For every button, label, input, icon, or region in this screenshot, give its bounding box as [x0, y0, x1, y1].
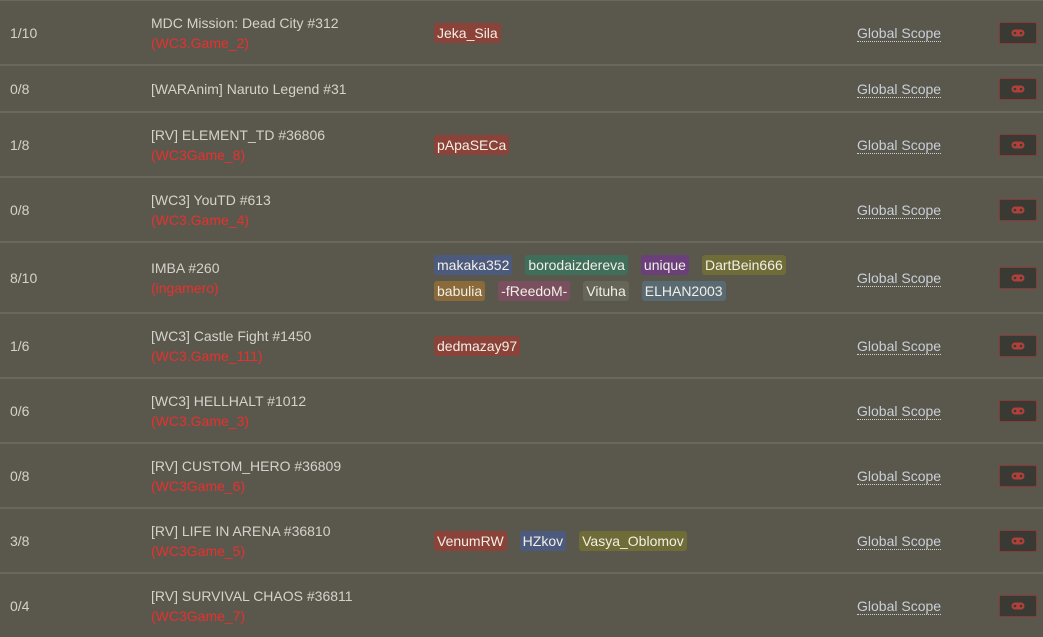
player-count: 0/8 [10, 468, 30, 484]
game-row: 1/8 [RV] ELEMENT_TD #36806 (WC3Game_8) pA… [0, 112, 1043, 177]
player-list: pApaSECa [434, 135, 834, 155]
player-tag[interactable]: DartBein666 [701, 255, 786, 275]
player-tag[interactable]: babulia [434, 281, 486, 301]
scope-link[interactable]: Global Scope [857, 137, 942, 154]
join-game-button[interactable] [999, 78, 1037, 100]
player-count: 1/6 [10, 338, 30, 354]
game-row: 0/8 [WC3] YouTD #613 (WC3.Game_4) Global … [0, 177, 1043, 242]
game-title: [RV] ELEMENT_TD #36806 [151, 127, 326, 143]
game-host: (WC3.Game_111) [151, 348, 263, 364]
game-list-table: 1/10 MDC Mission: Dead City #312 (WC3.Gam… [0, 0, 1043, 637]
gamepad-icon [1011, 472, 1025, 480]
player-tag[interactable]: VenumRW [434, 531, 507, 551]
game-row: 1/6 [WC3] Castle Fight #1450 (WC3.Game_11… [0, 313, 1043, 378]
game-row: 8/10 IMBA #260 (ingamero) makaka352 boroda… [0, 242, 1043, 313]
gamepad-icon [1011, 141, 1025, 149]
player-list: Jeka_Sila [434, 23, 834, 43]
player-tag[interactable]: HZkov [519, 531, 567, 551]
gamepad-icon [1011, 407, 1025, 415]
player-list: dedmazay97 [434, 336, 834, 356]
scope-link[interactable]: Global Scope [857, 338, 942, 355]
player-count: 0/4 [10, 598, 30, 614]
player-tag[interactable]: makaka352 [434, 255, 513, 275]
scope-link[interactable]: Global Scope [857, 468, 942, 485]
player-tag[interactable]: Vituha [583, 281, 629, 301]
game-host: (WC3Game_6) [151, 478, 246, 494]
player-tag[interactable]: Vasya_Oblomov [579, 531, 687, 551]
game-title: MDC Mission: Dead City #312 [151, 15, 339, 31]
scope-link[interactable]: Global Scope [857, 403, 942, 420]
join-game-button[interactable] [999, 22, 1037, 44]
gamepad-icon [1011, 274, 1025, 282]
game-title: [RV] SURVIVAL CHAOS #36811 [151, 588, 353, 604]
player-tag[interactable]: -fReedoM- [498, 281, 571, 301]
player-tag[interactable]: Jeka_Sila [434, 23, 501, 43]
gamepad-icon [1011, 85, 1025, 93]
game-host: (WC3Game_7) [151, 608, 246, 624]
gamepad-icon [1011, 206, 1025, 214]
gamepad-icon [1011, 342, 1025, 350]
player-count: 0/6 [10, 403, 30, 419]
player-list: makaka352 borodaizdereva unique DartBein666… [434, 255, 834, 301]
game-title: [WC3] HELLHALT #1012 [151, 393, 307, 409]
scope-link[interactable]: Global Scope [857, 533, 942, 550]
game-row: 3/8 [RV] LIFE IN ARENA #36810 (WC3Game_5)… [0, 508, 1043, 573]
player-tag[interactable]: borodaizdereva [525, 255, 628, 275]
game-title: [WC3] Castle Fight #1450 [151, 328, 312, 344]
join-game-button[interactable] [999, 134, 1037, 156]
gamepad-icon [1011, 537, 1025, 545]
scope-link[interactable]: Global Scope [857, 81, 942, 98]
join-game-button[interactable] [999, 335, 1037, 357]
game-host: (WC3Game_5) [151, 543, 246, 559]
join-game-button[interactable] [999, 199, 1037, 221]
join-game-button[interactable] [999, 267, 1037, 289]
player-tag[interactable]: unique [640, 255, 689, 275]
join-game-button[interactable] [999, 530, 1037, 552]
join-game-button[interactable] [999, 400, 1037, 422]
scope-link[interactable]: Global Scope [857, 202, 942, 219]
game-title: [RV] CUSTOM_HERO #36809 [151, 458, 342, 474]
scope-link[interactable]: Global Scope [857, 25, 942, 42]
game-row: 0/8 [WARAnim] Naruto Legend #31 Global S… [0, 65, 1043, 112]
game-host: (ingamero) [151, 280, 219, 296]
player-list: VenumRW HZkov Vasya_Oblomov [434, 531, 834, 551]
game-host: (WC3.Game_4) [151, 212, 250, 228]
game-title: [WARAnim] Naruto Legend #31 [151, 81, 347, 97]
game-title: [WC3] YouTD #613 [151, 192, 271, 208]
game-host: (WC3Game_8) [151, 147, 246, 163]
scope-link[interactable]: Global Scope [857, 270, 942, 287]
join-game-button[interactable] [999, 465, 1037, 487]
game-host: (WC3.Game_3) [151, 413, 250, 429]
game-title: [RV] LIFE IN ARENA #36810 [151, 523, 331, 539]
player-tag[interactable]: ELHAN2003 [641, 281, 726, 301]
gamepad-icon [1011, 29, 1025, 37]
game-row: 0/8 [RV] CUSTOM_HERO #36809 (WC3Game_6) G… [0, 443, 1043, 508]
scope-link[interactable]: Global Scope [857, 598, 942, 615]
player-tag[interactable]: pApaSECa [434, 135, 510, 155]
game-title: IMBA #260 [151, 260, 220, 276]
game-row: 0/6 [WC3] HELLHALT #1012 (WC3.Game_3) Glo… [0, 378, 1043, 443]
player-count: 1/8 [10, 137, 30, 153]
game-row: 1/10 MDC Mission: Dead City #312 (WC3.Gam… [0, 0, 1043, 65]
player-count: 0/8 [10, 202, 30, 218]
player-count: 3/8 [10, 533, 30, 549]
join-game-button[interactable] [999, 595, 1037, 617]
gamepad-icon [1011, 602, 1025, 610]
game-host: (WC3.Game_2) [151, 35, 250, 51]
player-count: 0/8 [10, 81, 30, 97]
player-tag[interactable]: dedmazay97 [434, 336, 521, 356]
game-row: 0/4 [RV] SURVIVAL CHAOS #36811 (WC3Game_7… [0, 573, 1043, 637]
player-count: 8/10 [10, 270, 38, 286]
player-count: 1/10 [10, 25, 38, 41]
